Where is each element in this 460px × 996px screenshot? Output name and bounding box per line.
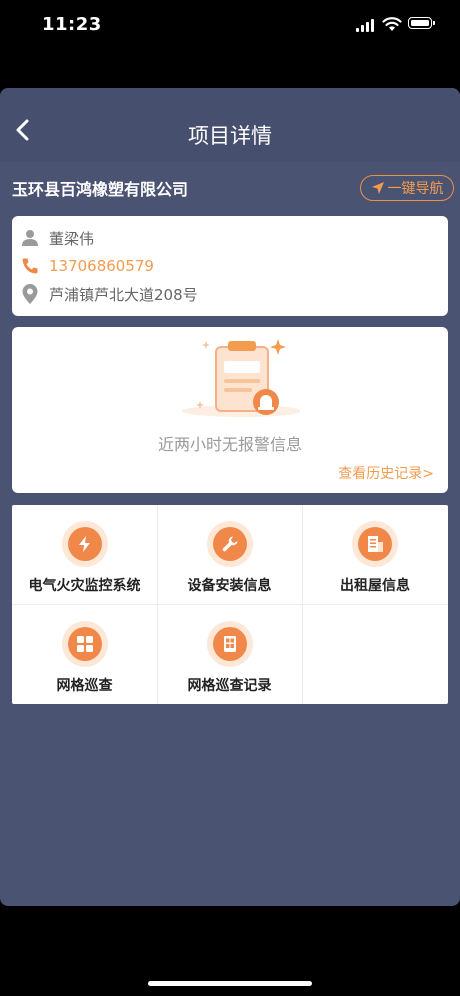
phone-screen: 11:23 项目详情 玉环县百鸿橡塑有限公司 一键导航 董梁伟 13706860…: [0, 0, 460, 996]
contact-phone[interactable]: 13706860579: [49, 257, 154, 275]
menu-label: 出租屋信息: [340, 578, 410, 594]
home-indicator[interactable]: [148, 981, 312, 986]
app-panel: 项目详情 玉环县百鸿橡塑有限公司 一键导航 董梁伟 13706860579 芦浦…: [0, 88, 460, 906]
navigate-label: 一键导航: [387, 181, 444, 197]
company-row: 玉环县百鸿橡塑有限公司 一键导航: [0, 162, 460, 212]
menu-item-rental-housing[interactable]: 出租屋信息: [302, 505, 448, 604]
menu-label: 网格巡查: [56, 678, 113, 694]
grid-icon: [67, 627, 102, 661]
nav-bar: 项目详情: [0, 88, 460, 162]
status-bar: 11:23: [0, 0, 460, 50]
wrench-icon: [212, 527, 247, 561]
menu-item-grid-inspection[interactable]: 网格巡查: [12, 605, 157, 704]
signal-icon: [356, 19, 376, 32]
battery-icon: [408, 17, 435, 29]
no-alarm-message: 近两小时无报警信息: [157, 435, 302, 454]
menu-label: 设备安装信息: [187, 578, 272, 594]
building-icon: [358, 527, 392, 561]
function-menu-grid: 电气火灾监控系统 设备安装信息 出租屋信息 网格巡查 网格巡查记录: [12, 505, 448, 704]
contact-phone-row[interactable]: 13706860579: [20, 254, 154, 278]
location-pin-icon: [20, 284, 40, 304]
status-time: 11:23: [42, 14, 102, 35]
navigation-arrow-icon: [371, 182, 384, 194]
contact-address-row: 芦浦镇芦北大道208号: [20, 282, 198, 306]
company-name: 玉环县百鸿橡塑有限公司: [12, 180, 189, 199]
menu-label: 网格巡查记录: [187, 678, 272, 694]
wifi-icon: [382, 17, 402, 31]
contact-person-row: 董梁伟: [20, 226, 94, 250]
person-icon: [20, 228, 40, 248]
alarm-card: 近两小时无报警信息 查看历史记录>: [12, 327, 448, 493]
contact-address: 芦浦镇芦北大道208号: [49, 285, 198, 304]
record-icon: [212, 627, 247, 661]
menu-label: 电气火灾监控系统: [28, 578, 141, 594]
page-title: 项目详情: [188, 124, 272, 148]
menu-item-grid-inspection-records[interactable]: 网格巡查记录: [157, 605, 302, 704]
history-records-link[interactable]: 查看历史记录>: [338, 463, 434, 483]
navigate-button[interactable]: 一键导航: [360, 175, 454, 201]
no-alarm-illustration-icon: [182, 339, 300, 417]
menu-item-electrical-fire-monitoring[interactable]: 电气火灾监控系统: [12, 505, 157, 604]
phone-icon: [20, 256, 40, 276]
lightning-icon: [67, 527, 102, 561]
contact-person: 董梁伟: [49, 229, 95, 248]
menu-item-equipment-installation[interactable]: 设备安装信息: [157, 505, 302, 604]
